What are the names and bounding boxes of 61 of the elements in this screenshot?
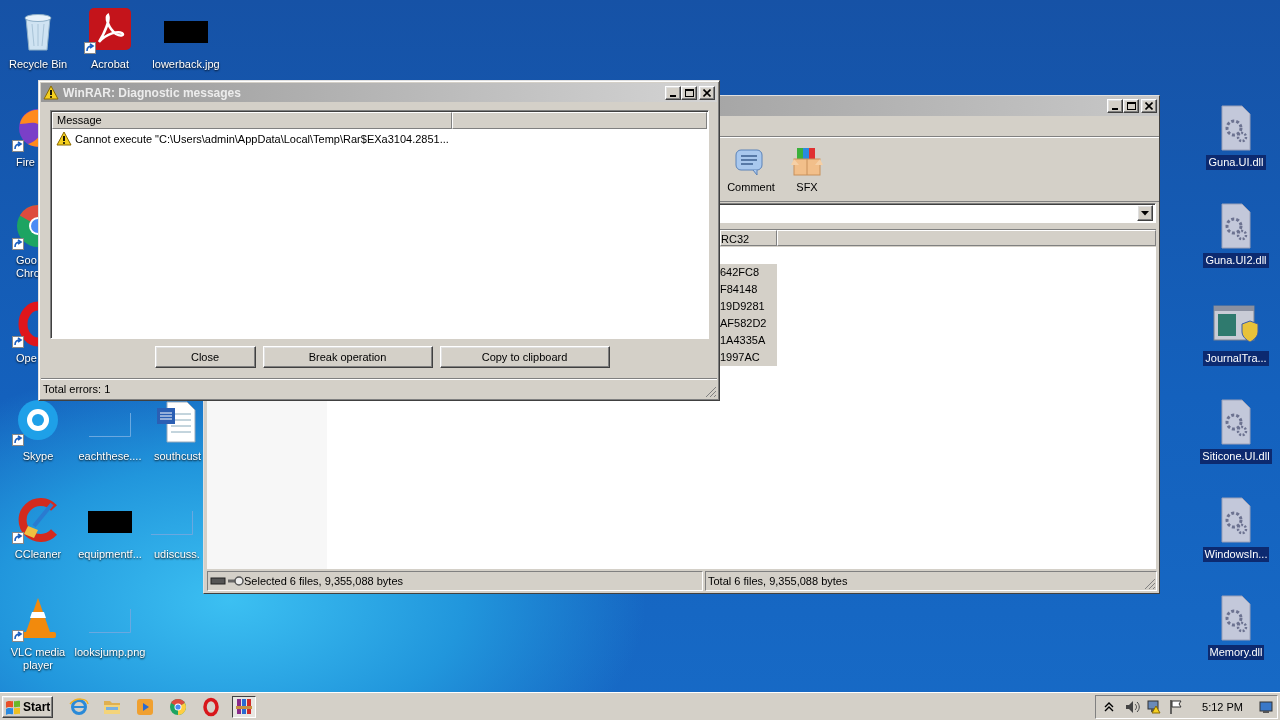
close-icon [1145,102,1153,110]
table-cell: F84148 [720,281,777,298]
chrome-icon [168,696,188,717]
maximize-button[interactable] [681,85,697,100]
table-cell: 1997AC [720,349,777,366]
dialog-button[interactable]: Copy to clipboard [439,346,610,368]
maximize-icon [684,88,694,97]
toolbar-button[interactable]: Comment [723,137,779,201]
column-header[interactable]: RC32 [720,230,777,246]
network-icon[interactable] [1146,698,1163,715]
desktop-item[interactable]: WindowsIn... [1198,496,1274,562]
ie-icon [69,696,89,717]
winrar-icon [234,696,254,717]
column-header[interactable]: Message [52,112,452,129]
close-button[interactable] [1141,99,1157,113]
drive-key-icon [208,574,244,588]
desktop-item[interactable]: JournalTra... [1198,300,1274,366]
desktop-item[interactable]: Ope [0,300,38,366]
dialog-button[interactable]: Close [154,346,256,368]
archive-box-icon [789,145,825,178]
table-cell: 19D9281 [720,298,777,315]
minimize-icon [1112,108,1118,110]
desktop-item[interactable]: lowerback.jpg [148,6,224,72]
media-player-icon [135,696,155,717]
warning-icon [56,131,72,146]
show-desktop-icon[interactable] [1259,699,1273,714]
table-cell: AF582D2 [720,315,777,332]
opera-icon [201,696,221,717]
status-text: Total errors: 1 [43,382,111,395]
maximize-button[interactable] [1123,99,1139,113]
window-title: WinRAR: Diagnostic messages [63,85,241,100]
toolbar-button[interactable]: SFX [779,137,835,201]
clock-time[interactable]: 5:12 PM [1202,700,1243,713]
message-text: Cannot execute "C:\Users\admin\AppData\Local\Temp\Rar$EXa3104.2851... [75,132,449,145]
desktop-item[interactable]: Guna.UI2.dll [1198,202,1274,268]
table-cell: 642FC8 [720,264,777,281]
maximize-icon [1126,102,1136,110]
blank-thumbnail [89,413,131,437]
status-text: Selected 6 files, 9,355,088 bytes [244,575,403,587]
desktop-item[interactable]: Guna.UI.dll [1198,104,1274,170]
caret-icon [1141,210,1149,216]
resize-grip-icon[interactable] [1144,578,1156,590]
close-button[interactable] [699,85,715,100]
warning-icon [43,85,59,100]
blank-thumbnail [151,511,193,535]
desktop-item[interactable]: Memory.dll [1198,594,1274,660]
minimize-icon [670,94,676,97]
dialog-button[interactable]: Break operation [262,346,433,368]
desktop-item[interactable]: Siticone.UI.dll [1198,398,1274,464]
windows-flag-icon [5,698,21,715]
blank-thumbnail [89,609,131,633]
dropdown-button[interactable] [1137,205,1153,221]
table-cell: 1A4335A [720,332,777,349]
close-icon [703,88,711,97]
taskbar-button[interactable] [232,695,256,718]
resize-grip-icon[interactable] [705,386,717,398]
start-button[interactable]: Start [2,695,53,718]
minimize-button[interactable] [1107,99,1123,113]
flag-icon[interactable] [1168,698,1185,715]
status-text: Total 6 files, 9,355,088 bytes [708,575,848,587]
minimize-button[interactable] [665,85,681,100]
